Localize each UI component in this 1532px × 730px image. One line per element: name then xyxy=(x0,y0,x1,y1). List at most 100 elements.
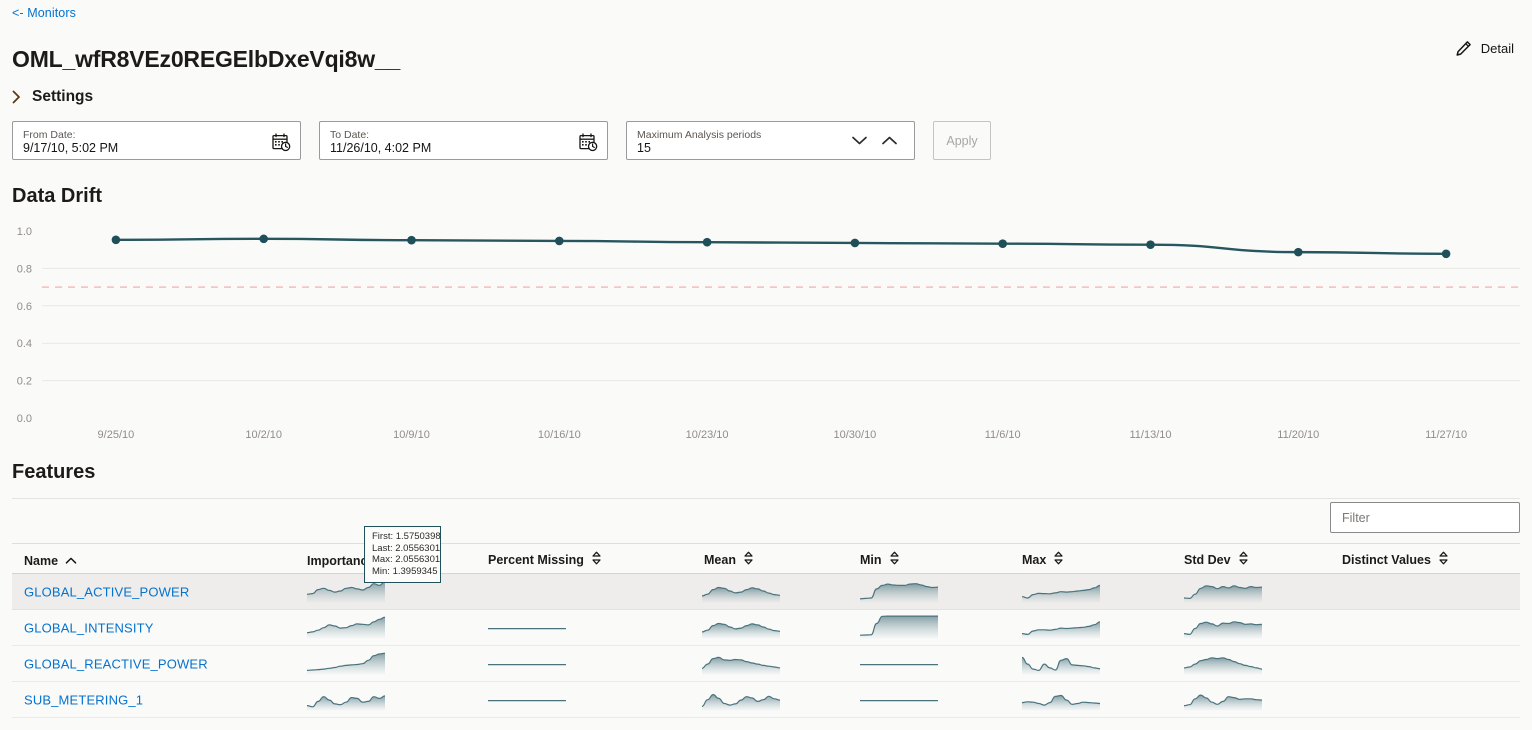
sparkline-max[interactable] xyxy=(1021,684,1101,715)
breadcrumb-monitors-link[interactable]: <- Monitors xyxy=(12,6,76,20)
to-date-field[interactable]: To Date: 11/26/10, 4:02 PM xyxy=(319,121,608,160)
y-axis-tick: 0.2 xyxy=(17,376,32,388)
sparkline-std_dev[interactable] xyxy=(1183,612,1263,643)
drift-data-point[interactable] xyxy=(850,238,860,248)
sort-icon xyxy=(1238,551,1249,568)
sort-icon xyxy=(591,551,602,568)
feature-name-link[interactable]: SUB_METERING_1 xyxy=(24,692,143,707)
x-axis-tick: 10/30/10 xyxy=(833,429,876,441)
column-header-label: Max xyxy=(1022,552,1047,567)
tooltip-line: Last: 2.0556301 xyxy=(372,542,441,554)
detail-button[interactable]: Detail xyxy=(1455,40,1514,57)
sparkline-max[interactable] xyxy=(1021,612,1101,643)
drift-data-point[interactable] xyxy=(1146,240,1155,249)
sparkline-std_dev[interactable] xyxy=(1183,576,1263,607)
x-axis-tick: 11/13/10 xyxy=(1129,429,1171,441)
data-drift-title: Data Drift xyxy=(12,185,103,207)
sparkline-importance[interactable] xyxy=(306,648,386,679)
y-axis-tick: 0.8 xyxy=(17,263,32,275)
feature-name-link[interactable]: GLOBAL_ACTIVE_POWER xyxy=(24,584,189,599)
feature-name-link[interactable]: GLOBAL_REACTIVE_POWER xyxy=(24,656,208,671)
x-axis-tick: 11/27/10 xyxy=(1425,429,1467,441)
drift-data-point[interactable] xyxy=(555,236,564,246)
column-header-distinct_values[interactable]: Distinct Values xyxy=(1342,551,1449,568)
column-header-percent_missing[interactable]: Percent Missing xyxy=(488,551,602,568)
settings-controls: From Date: 9/17/10, 5:02 PM To Date: 11/… xyxy=(12,121,991,160)
x-axis-tick: 10/2/10 xyxy=(245,429,282,441)
page-title: OML_wfR8VEz0REGElbDxeVqi8w__ xyxy=(12,46,401,72)
chevron-up-icon[interactable] xyxy=(876,122,902,159)
table-row[interactable]: SUB_METERING_1 xyxy=(12,682,1520,718)
drift-data-point[interactable] xyxy=(407,235,416,245)
sort-icon xyxy=(1438,551,1449,568)
sparkline-mean[interactable] xyxy=(701,684,781,715)
sparkline-mean[interactable] xyxy=(701,648,781,679)
sparkline-max[interactable] xyxy=(1021,576,1101,607)
settings-label: Settings xyxy=(32,88,94,105)
sparkline-percent_missing[interactable] xyxy=(488,648,566,679)
y-axis-tick: 0.6 xyxy=(17,301,32,313)
sparkline-min[interactable] xyxy=(859,612,938,643)
drift-data-point[interactable] xyxy=(259,234,269,244)
column-header-label: Distinct Values xyxy=(1342,552,1431,567)
x-axis-tick: 9/25/10 xyxy=(98,429,135,441)
features-table-header: Name Importance Percent Missing Mean Min Max S… xyxy=(12,543,1520,574)
to-date-label: To Date: xyxy=(330,129,370,141)
column-header-min[interactable]: Min xyxy=(860,551,900,568)
sparkline-std_dev[interactable] xyxy=(1183,684,1263,715)
sparkline-importance[interactable] xyxy=(306,612,386,643)
sparkline-max[interactable] xyxy=(1021,648,1101,679)
sparkline-min[interactable] xyxy=(859,576,939,607)
sparkline-std_dev[interactable] xyxy=(1183,648,1263,679)
x-axis-tick: 11/6/10 xyxy=(985,429,1021,441)
features-divider xyxy=(12,498,1520,499)
drift-data-point[interactable] xyxy=(1294,247,1303,257)
sparkline-min[interactable] xyxy=(860,648,938,679)
column-header-label: Mean xyxy=(704,552,736,567)
drift-data-point[interactable] xyxy=(998,239,1007,249)
from-date-field[interactable]: From Date: 9/17/10, 5:02 PM xyxy=(12,121,301,160)
features-table-body: GLOBAL_ACTIVE_POWER GLOBAL_INTENSITY GLOBA… xyxy=(12,574,1520,718)
features-table: Name Importance Percent Missing Mean Min Max S… xyxy=(12,543,1520,718)
table-row[interactable]: GLOBAL_INTENSITY xyxy=(12,610,1520,646)
column-header-name[interactable]: Name xyxy=(24,554,77,568)
column-header-label: Std Dev xyxy=(1184,552,1231,567)
column-header-label: Min xyxy=(860,552,882,567)
detail-button-label: Detail xyxy=(1480,41,1514,56)
calendar-clock-icon[interactable] xyxy=(579,133,598,157)
chevron-up-icon xyxy=(65,554,77,568)
y-axis-tick: 0.0 xyxy=(17,413,32,425)
feature-name-link[interactable]: GLOBAL_INTENSITY xyxy=(24,620,154,635)
x-axis-tick: 11/20/10 xyxy=(1277,429,1319,441)
column-header-label: Percent Missing xyxy=(488,552,584,567)
sparkline-tooltip: First: 1.5750398 Last: 2.0556301 Max: 2.05… xyxy=(364,526,441,583)
from-date-value: 9/17/10, 5:02 PM xyxy=(23,141,119,155)
sparkline-importance[interactable] xyxy=(306,684,386,715)
apply-button[interactable]: Apply xyxy=(933,121,991,160)
tooltip-line: Min: 1.3959345 xyxy=(372,565,438,577)
to-date-value: 11/26/10, 4:02 PM xyxy=(330,141,432,155)
drift-line xyxy=(114,237,1448,256)
column-header-mean[interactable]: Mean xyxy=(704,551,754,568)
sparkline-percent_missing[interactable] xyxy=(488,684,566,715)
data-drift-chart: 0.0 0.2 0.4 0.6 0.8 1.0 9/25/10 10/2/10 10/9/10 1… xyxy=(0,218,1532,443)
table-row[interactable]: GLOBAL_REACTIVE_POWER xyxy=(12,646,1520,682)
tooltip-line: Max: 2.0556301 xyxy=(372,554,441,565)
table-row[interactable]: GLOBAL_ACTIVE_POWER xyxy=(12,574,1520,610)
column-header-std_dev[interactable]: Std Dev xyxy=(1184,551,1249,568)
column-header-max[interactable]: Max xyxy=(1022,551,1064,568)
calendar-clock-icon[interactable] xyxy=(272,133,291,157)
sparkline-min[interactable] xyxy=(860,684,938,715)
drift-data-point[interactable] xyxy=(111,235,121,245)
sort-icon xyxy=(1053,551,1064,568)
drift-data-point[interactable] xyxy=(702,237,712,247)
x-axis-tick: 10/9/10 xyxy=(393,429,430,441)
chevron-down-icon[interactable] xyxy=(846,122,872,159)
max-analysis-periods-field[interactable]: Maximum Analysis periods 15 xyxy=(626,121,915,160)
sparkline-mean[interactable] xyxy=(701,576,781,607)
sparkline-mean[interactable] xyxy=(701,612,781,643)
settings-disclosure[interactable]: Settings xyxy=(12,88,93,106)
features-filter-input[interactable] xyxy=(1330,502,1520,533)
drift-data-point[interactable] xyxy=(1441,249,1451,259)
sparkline-percent_missing[interactable] xyxy=(488,612,566,643)
